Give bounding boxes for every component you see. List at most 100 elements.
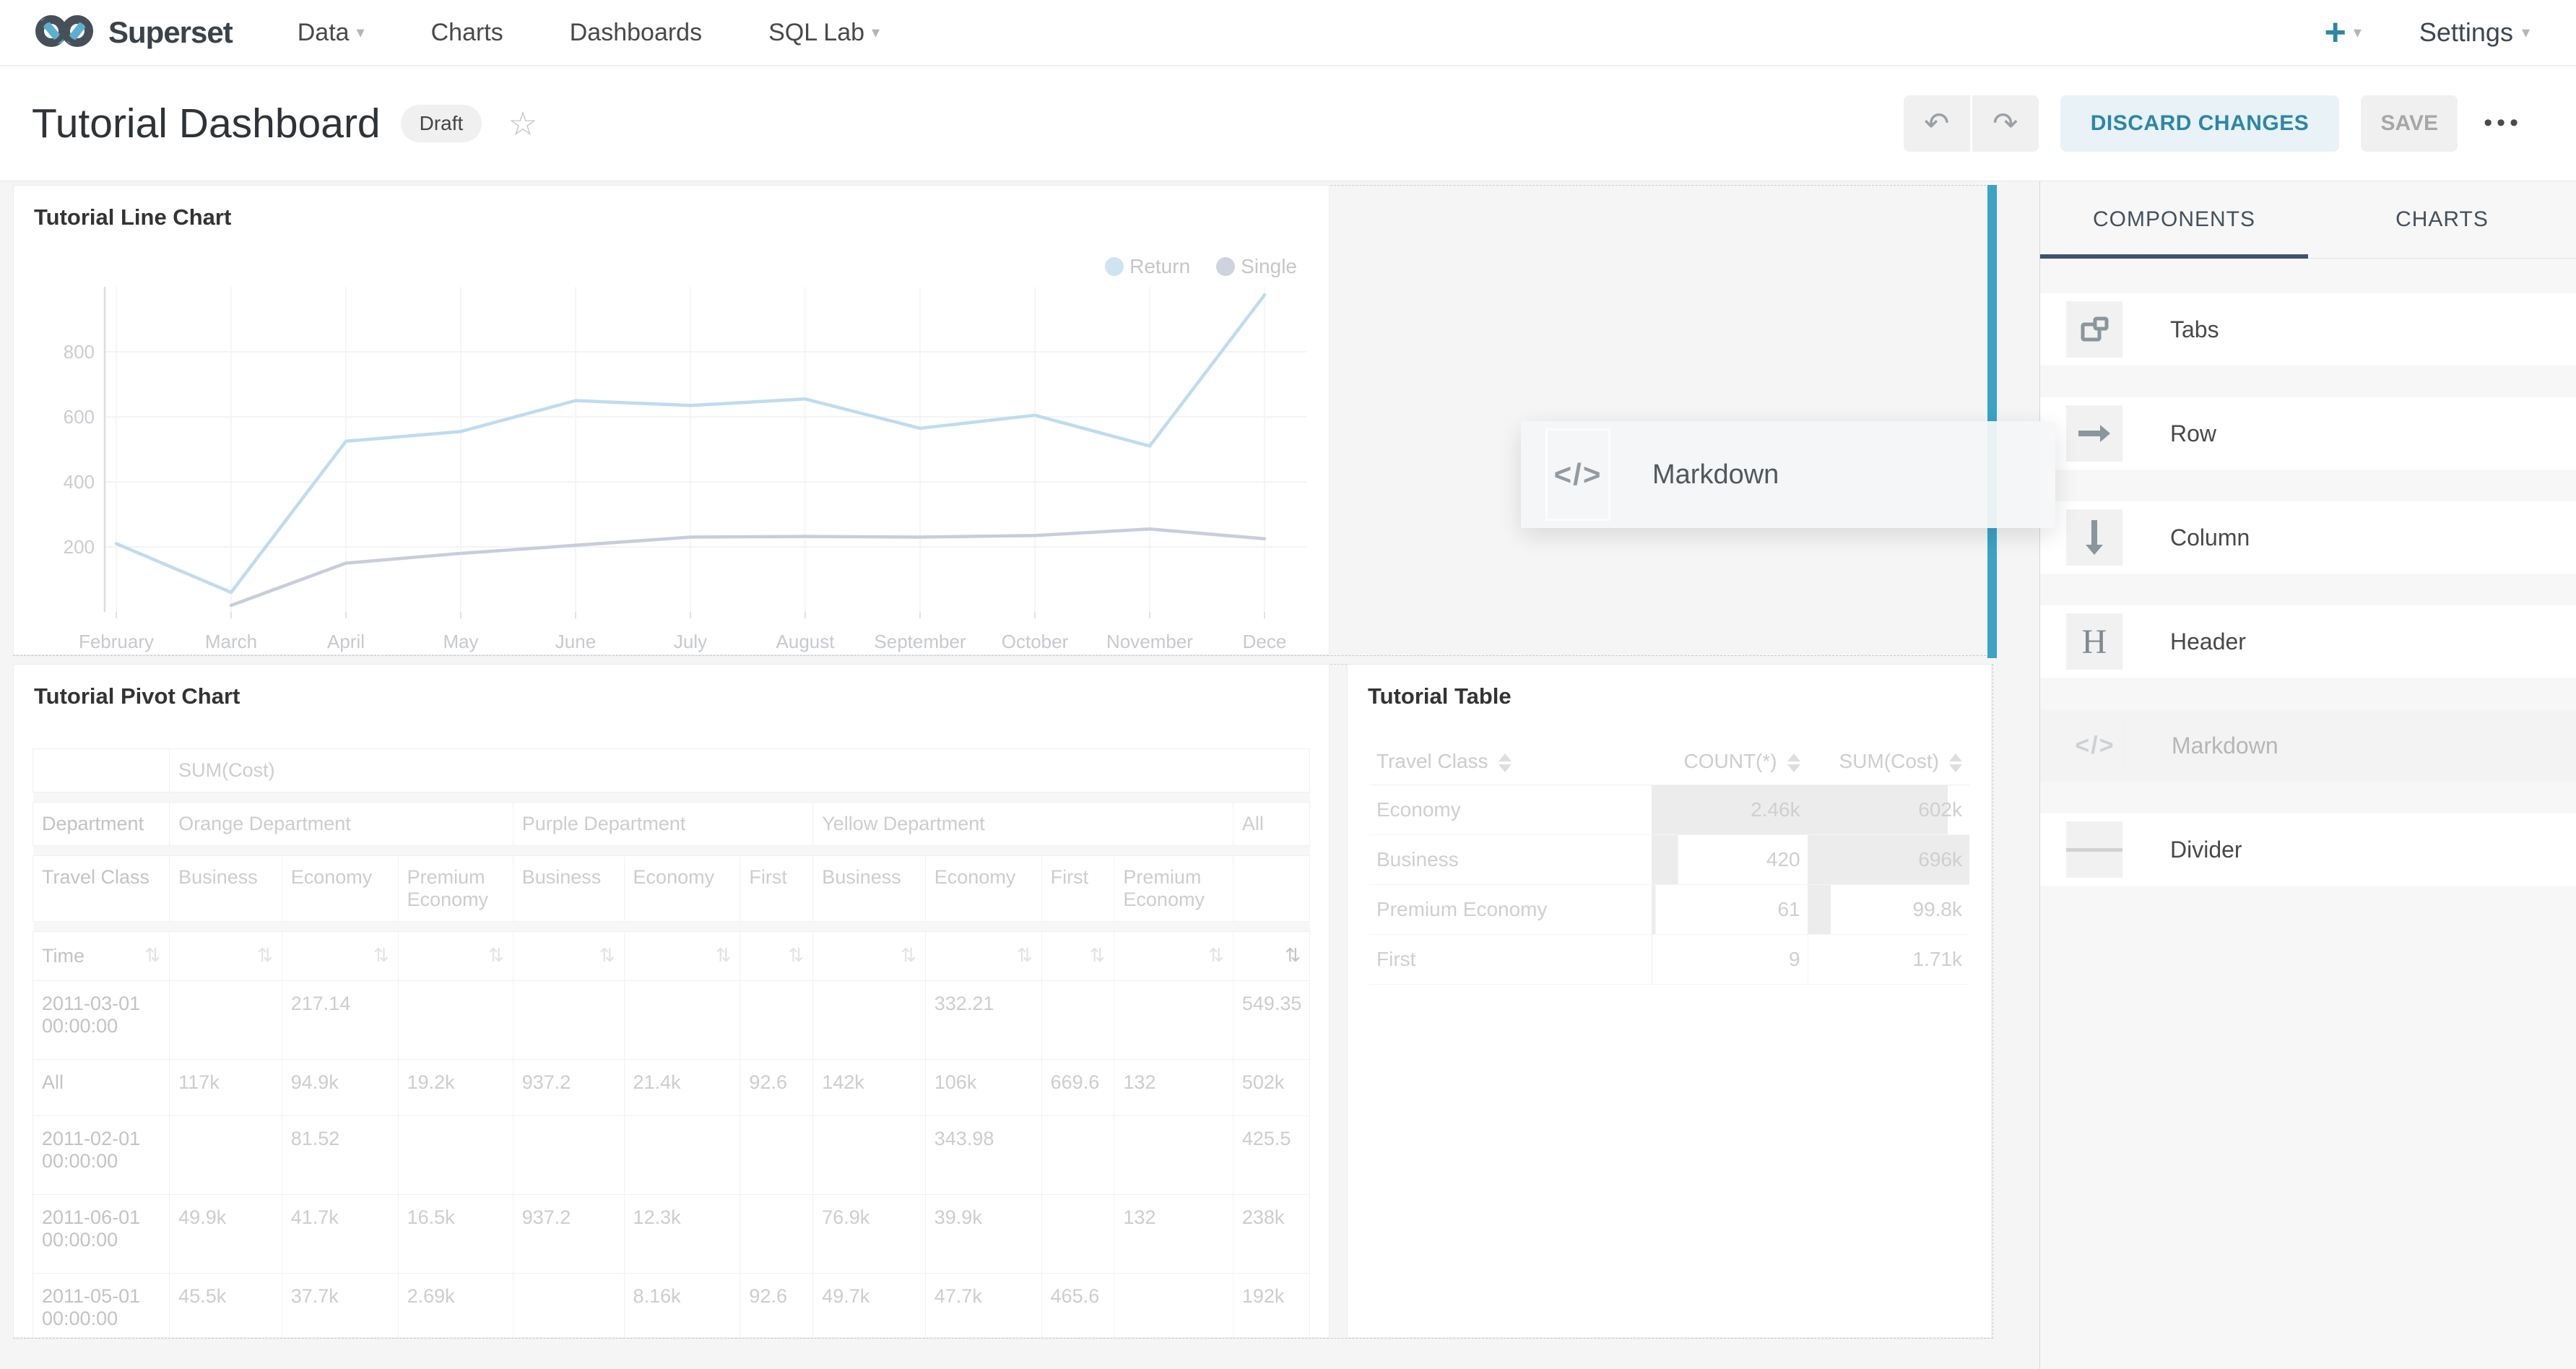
sort-icon[interactable]: ⇅ [716,945,732,967]
pivot-cell: 45.5k [170,1274,282,1339]
sort-icon[interactable]: ⇅ [901,945,916,967]
sort-icon[interactable] [1787,753,1800,772]
markdown-drag-preview[interactable]: </> Markdown [1521,421,2055,528]
legend-dot [1216,257,1235,276]
component-item-row[interactable]: Row [2040,397,2576,470]
pivot-subheader-row: Travel ClassBusinessEconomyPremium Econo… [33,856,1310,922]
more-options-button[interactable]: ••• [2479,108,2527,138]
new-item-button[interactable]: +▾ [2324,11,2361,54]
chart-legend: Return Single [1105,255,1297,278]
table-col-header[interactable]: COUNT(*) [1652,738,1808,785]
chevron-down-icon: ▾ [2522,23,2530,42]
tab-charts[interactable]: CHARTS [2308,181,2576,258]
sort-icon[interactable]: ⇅ [257,945,273,967]
svg-text:May: May [443,631,478,652]
favorite-star-icon[interactable]: ☆ [508,104,537,143]
table-row[interactable]: Premium Economy 61 99.8k [1369,885,1969,935]
sort-icon[interactable]: ⇅ [1208,945,1224,967]
settings-menu[interactable]: Settings▾ [2419,17,2530,48]
pivot-cell: 937.2 [513,1195,624,1274]
nav-item-sql-lab[interactable]: SQL Lab▾ [768,19,880,47]
chevron-down-icon: ▾ [2354,23,2362,42]
pivot-cell: 332.21 [925,981,1041,1060]
undo-button[interactable]: ↶ [1904,95,1970,152]
pivot-group-header: Orange Department [170,803,513,846]
component-item-column[interactable]: Column [2040,501,2576,574]
sort-icon[interactable]: ⇅ [1090,945,1106,967]
pivot-col-header: Economy [624,856,740,922]
save-button[interactable]: SAVE [2361,95,2458,152]
pivot-cell: 465.6 [1041,1274,1114,1339]
table-cell: 2.46k [1652,785,1808,835]
svg-text:Dece: Dece [1243,631,1287,652]
table-row[interactable]: Economy 2.46k 602k [1369,785,1969,835]
dashboard-row-2[interactable]: Tutorial Pivot Chart SUM(Cost)Department… [13,664,1993,1339]
pivot-cell: 21.4k [624,1060,740,1116]
table-cell: 602k [1808,785,1969,835]
pivot-dim2-label: Travel Class [33,856,170,922]
pivot-table: SUM(Cost)DepartmentOrange DepartmentPurp… [32,748,1310,1338]
legend-item-return[interactable]: Return [1105,255,1190,278]
pivot-cell [1114,1116,1233,1195]
column-icon [2066,509,2122,566]
sort-icon[interactable]: ⇅ [599,945,615,967]
pivot-spacer-row [33,922,1310,932]
component-list: TabsRowColumnHHeader</>MarkdownDivider [2040,259,2576,886]
nav-item-charts[interactable]: Charts [431,19,503,47]
svg-text:800: 800 [64,341,95,363]
pivot-cell: 217.14 [282,981,398,1060]
pivot-cell [740,1116,813,1195]
svg-text:200: 200 [64,536,95,558]
page-title[interactable]: Tutorial Dashboard [32,100,381,147]
superset-logo[interactable]: Superset [32,10,233,56]
line-chart: 200400600800FebruaryMarchAprilMayJuneJul… [35,287,1306,655]
nav-item-data[interactable]: Data▾ [298,19,365,47]
sort-icon[interactable]: ⇅ [488,945,504,967]
builder-tabs: COMPONENTS CHARTS [2040,181,2576,259]
pivot-row-label: 2011-03-01 00:00:00 [33,981,170,1060]
pivot-chart-card[interactable]: Tutorial Pivot Chart SUM(Cost)Department… [13,664,1330,1338]
pivot-cell: 16.5k [398,1195,513,1274]
redo-button[interactable]: ↷ [1972,95,2039,152]
pivot-cell: 94.9k [282,1060,398,1116]
component-item-header[interactable]: HHeader [2040,605,2576,678]
pivot-metric-header: SUM(Cost) [170,749,1310,793]
svg-text:February: February [79,631,154,652]
pivot-cell [513,981,624,1060]
pivot-cell: 343.98 [925,1116,1041,1195]
legend-item-single[interactable]: Single [1216,255,1297,278]
pivot-cell [1041,1195,1114,1274]
sort-icon[interactable]: ⇅ [373,945,389,967]
nav-item-dashboards[interactable]: Dashboards [570,19,702,47]
pivot-col-header [1233,856,1309,922]
table-row[interactable]: First 9 1.71k [1369,935,1969,985]
table-col-header[interactable]: SUM(Cost) [1808,738,1969,785]
pivot-dim-label: Department [33,803,170,846]
sort-icon[interactable]: ⇅ [1285,945,1301,967]
table-chart-card[interactable]: Tutorial Table Travel ClassCOUNT(*)SUM(C… [1347,664,1992,1338]
svg-text:September: September [874,631,966,652]
table-cell: Economy [1369,785,1652,835]
component-item-divider[interactable]: Divider [2040,813,2576,886]
svg-text:August: August [776,631,836,652]
tab-components[interactable]: COMPONENTS [2040,181,2308,258]
pivot-cell: 41.7k [282,1195,398,1274]
data-table: Travel ClassCOUNT(*)SUM(Cost) Economy 2.… [1369,738,1969,985]
sort-icon[interactable]: ⇅ [144,945,160,967]
pivot-cell [1114,1274,1233,1339]
table-row[interactable]: Business 420 696k [1369,835,1969,885]
table-col-header[interactable]: Travel Class [1369,738,1652,785]
pivot-cell: 76.9k [813,1195,926,1274]
sort-icon[interactable]: ⇅ [1017,945,1033,967]
pivot-time-label[interactable]: Time⇅ [33,932,170,981]
pivot-cell [170,981,282,1060]
dashboard-row-1[interactable]: Tutorial Line Chart ReturnSingle 2004006… [13,185,1993,656]
sort-icon[interactable]: ⇅ [788,945,804,967]
discard-changes-button[interactable]: DISCARD CHANGES [2060,95,2340,152]
line-chart-card[interactable]: Tutorial Line Chart ReturnSingle 2004006… [13,185,1330,655]
sort-icon[interactable] [1949,753,1962,772]
chevron-down-icon: ▾ [357,23,365,42]
sort-icon[interactable] [1499,753,1512,772]
component-item-tabs[interactable]: Tabs [2040,293,2576,366]
pivot-cell [1041,981,1114,1060]
